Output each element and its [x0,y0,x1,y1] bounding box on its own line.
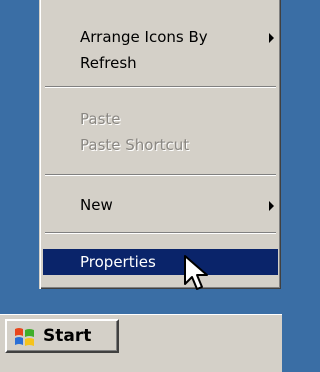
menu-item-arrange-icons-by[interactable]: Arrange Icons By [43,24,278,50]
menu-item-label: New [80,196,113,214]
menu-item-new[interactable]: New [43,192,278,218]
windows-flag-icon [15,328,34,346]
menu-separator [45,174,276,176]
menu-item-label: Paste [80,110,121,128]
mouse-cursor-icon [184,255,208,290]
menu-item-paste: Paste [43,106,278,132]
start-button[interactable]: Start [5,319,119,353]
menu-item-paste-shortcut: Paste Shortcut [43,132,278,158]
menu-item-label: Refresh [80,54,137,72]
menu-item-properties[interactable]: Properties [43,249,278,275]
start-label: Start [43,326,92,346]
chevron-right-icon [269,33,274,43]
desktop-context-menu: Arrange Icons By Refresh Paste Paste Sho… [39,0,281,289]
taskbar: Start [0,314,282,372]
menu-separator [45,232,276,234]
chevron-right-icon [269,201,274,211]
menu-item-label: Paste Shortcut [80,136,190,154]
menu-separator [45,86,276,88]
menu-item-label: Arrange Icons By [80,28,208,46]
menu-item-label: Properties [80,253,156,271]
menu-item-refresh[interactable]: Refresh [43,50,278,76]
